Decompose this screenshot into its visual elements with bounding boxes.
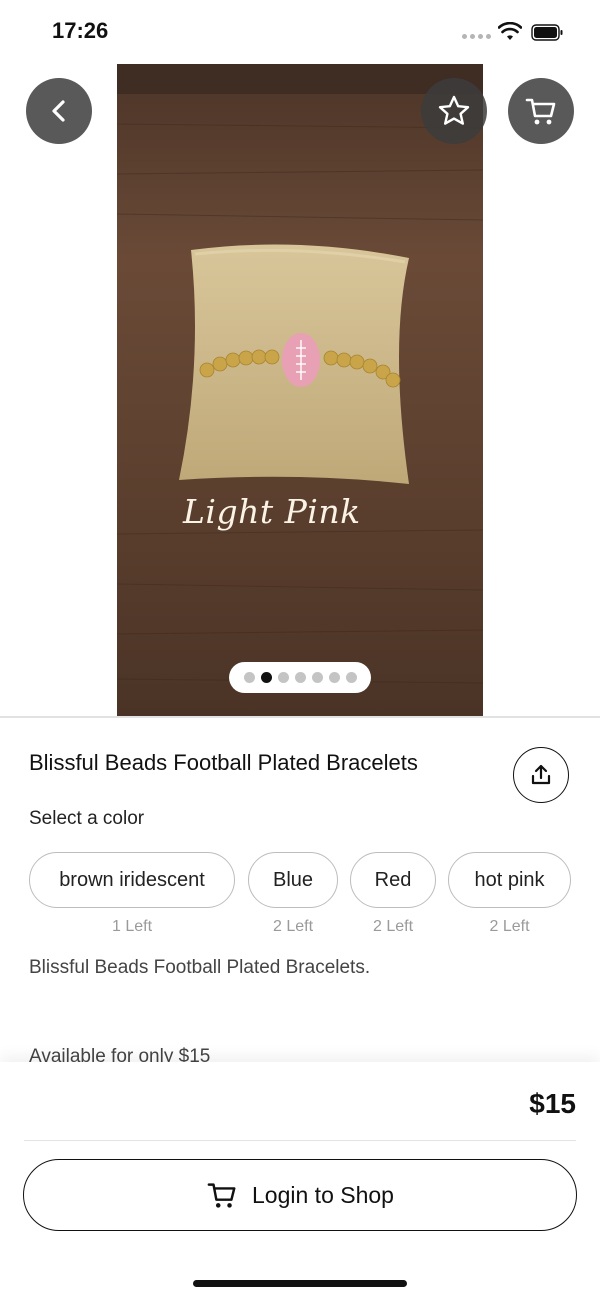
- stock-count: 1 Left: [111, 918, 153, 935]
- image-pager[interactable]: [229, 662, 371, 693]
- pager-dot[interactable]: [277, 672, 289, 683]
- price: $15: [529, 1088, 576, 1119]
- favorite-button[interactable]: [421, 78, 487, 144]
- image-caption: Light Pink: [183, 492, 361, 531]
- color-option-hot-pink[interactable]: hot pink: [448, 852, 571, 908]
- stock-count: 2 Left: [489, 918, 530, 935]
- product-description: Blissful Beads Football Plated Bracelets…: [29, 957, 371, 978]
- color-option-brown-iridescent[interactable]: brown iridescent: [29, 852, 235, 908]
- share-button[interactable]: [513, 747, 569, 803]
- battery-icon: [531, 24, 563, 41]
- color-option-blue[interactable]: Blue: [248, 852, 338, 908]
- wifi-icon: [498, 22, 522, 40]
- product-photo: [117, 64, 483, 716]
- color-select-label: Select a color: [29, 808, 145, 829]
- stock-count: 2 Left: [272, 918, 314, 935]
- back-button[interactable]: [26, 78, 92, 144]
- cart-icon: [207, 1183, 236, 1208]
- login-to-shop-button[interactable]: Login to Shop: [23, 1159, 577, 1231]
- purchase-footer: $15 Login to Shop: [0, 1062, 600, 1299]
- cart-button[interactable]: [508, 78, 574, 144]
- pager-dot[interactable]: [345, 672, 357, 683]
- pager-dot[interactable]: [328, 672, 340, 683]
- pager-dot[interactable]: [311, 672, 323, 683]
- status-bar: 17:26: [0, 0, 600, 62]
- chevron-left-icon: [52, 100, 65, 122]
- footer-divider: [24, 1140, 576, 1141]
- login-button-label: Login to Shop: [252, 1181, 394, 1208]
- pager-dot[interactable]: [294, 672, 306, 683]
- home-indicator: [193, 1280, 407, 1287]
- stock-count: 2 Left: [372, 918, 414, 935]
- status-time: 17:26: [52, 18, 109, 43]
- pager-dot[interactable]: [243, 672, 255, 683]
- product-image[interactable]: Light Pink: [117, 64, 483, 716]
- star-icon: [438, 95, 470, 125]
- share-icon: [531, 764, 551, 785]
- section-divider: [0, 716, 600, 718]
- product-title: Blissful Beads Football Plated Bracelets: [29, 750, 418, 775]
- cart-icon: [525, 98, 556, 125]
- signal-icon: [462, 34, 491, 39]
- color-option-red[interactable]: Red: [350, 852, 436, 908]
- pager-dot[interactable]: [260, 672, 272, 683]
